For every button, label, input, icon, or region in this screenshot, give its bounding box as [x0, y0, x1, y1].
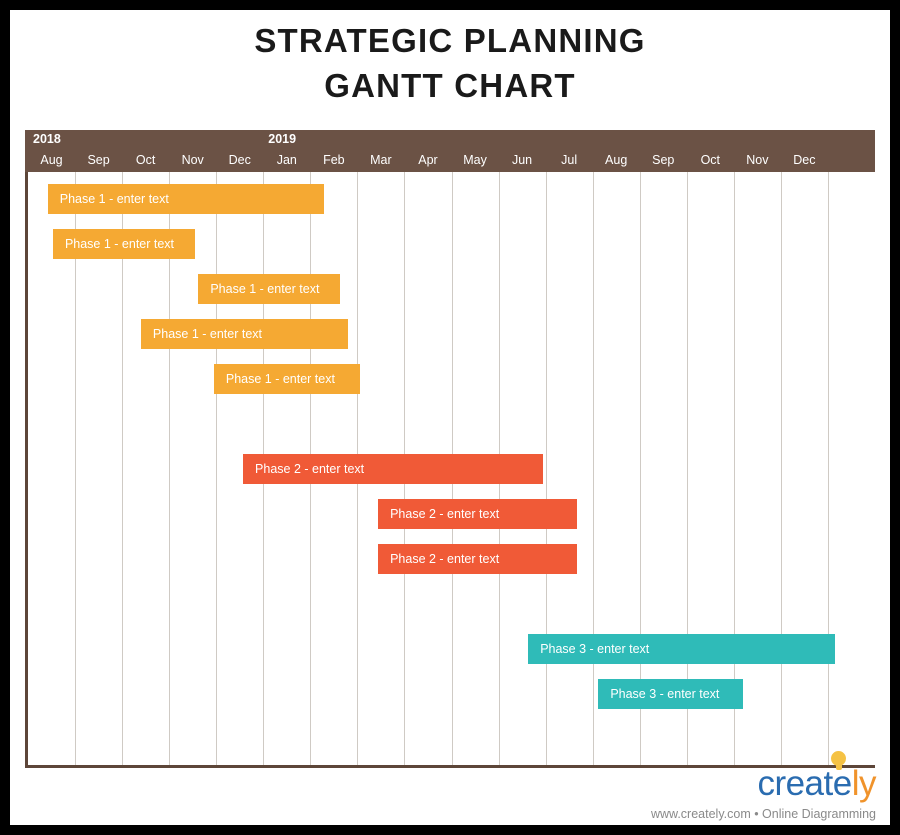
gridline	[75, 172, 76, 765]
gantt-bar[interactable]: Phase 2 - enter text	[243, 454, 544, 484]
month-label-8: Apr	[418, 153, 438, 167]
gridline	[781, 172, 782, 765]
gridline	[546, 172, 547, 765]
timeline-header: 2018 2019 Aug Sep Oct Nov Dec Jan Feb Mar Apr May Ju…	[25, 130, 875, 172]
gantt-bar[interactable]: Phase 2 - enter text	[378, 499, 578, 529]
logo-text-part1: creat	[757, 764, 833, 803]
month-label-14: Oct	[700, 153, 721, 167]
month-label-1: Sep	[87, 153, 110, 167]
creately-logo[interactable]: creately	[757, 751, 877, 805]
gantt-bar[interactable]: Phase 1 - enter text	[213, 364, 360, 394]
gridline	[734, 172, 735, 765]
year-label-2018: 2018	[33, 132, 61, 146]
year-label-2019: 2019	[268, 132, 297, 146]
gantt-chart: 2018 2019 Aug Sep Oct Nov Dec Jan Feb Mar Apr May Ju…	[25, 130, 875, 768]
logo-text-part3: ly	[851, 764, 877, 803]
gridline	[169, 172, 170, 765]
title-line-1: STRATEGIC PLANNING	[254, 22, 646, 59]
creately-logo-text: creately	[757, 763, 876, 805]
gantt-bar[interactable]: Phase 3 - enter text	[528, 634, 835, 664]
poster-canvas: STRATEGIC PLANNING GANTT CHART 2018 2019 A…	[10, 10, 890, 825]
gantt-bar[interactable]: Phase 1 - enter text	[52, 229, 196, 259]
month-label-4: Dec	[228, 153, 251, 167]
gantt-bar[interactable]: Phase 3 - enter text	[598, 679, 744, 709]
gridline	[640, 172, 641, 765]
gridline	[828, 172, 829, 765]
gridline	[216, 172, 217, 765]
month-label-7: Mar	[370, 153, 392, 167]
month-label-12: Aug	[605, 153, 628, 167]
month-label-15: Nov	[746, 153, 769, 167]
month-label-9: May	[463, 153, 487, 167]
month-label-0: Aug	[40, 153, 63, 167]
month-label-13: Sep	[652, 153, 675, 167]
lightbulb-icon	[831, 751, 846, 773]
month-label-11: Jul	[561, 153, 578, 167]
gantt-bar[interactable]: Phase 1 - enter text	[47, 184, 324, 214]
gantt-plot-area: Phase 1 - enter text Phase 1 - enter text…	[28, 172, 875, 765]
gantt-bar[interactable]: Phase 1 - enter text	[198, 274, 341, 304]
month-label-6: Feb	[323, 153, 345, 167]
gridline	[593, 172, 594, 765]
month-label-3: Nov	[181, 153, 204, 167]
gantt-bar[interactable]: Phase 2 - enter text	[378, 544, 578, 574]
month-label-16: Dec	[793, 153, 816, 167]
gridline	[687, 172, 688, 765]
footer-tagline: www.creately.com • Online Diagramming	[650, 807, 876, 821]
footer-branding: creately www.creately.com • Online Diagr…	[624, 751, 884, 825]
month-label-2: Oct	[135, 153, 156, 167]
month-label-5: Jan	[276, 153, 297, 167]
title-line-2: GANTT CHART	[324, 67, 576, 104]
gridline	[122, 172, 123, 765]
page-title: STRATEGIC PLANNING GANTT CHART	[10, 18, 890, 108]
month-label-10: Jun	[511, 153, 533, 167]
gantt-bar[interactable]: Phase 1 - enter text	[140, 319, 348, 349]
